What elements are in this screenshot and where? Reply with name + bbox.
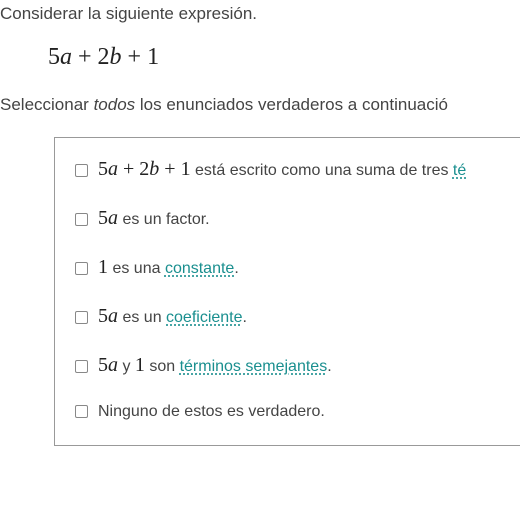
main-expression: 5a + 2b + 1 (48, 44, 159, 70)
checkbox-icon[interactable] (75, 360, 88, 373)
term-link[interactable]: coeficiente (166, 309, 243, 326)
option-label: Ninguno de estos es verdadero. (98, 403, 325, 421)
option-label: 5a y 1 son términos semejantes. (98, 354, 332, 377)
checkbox-icon[interactable] (75, 213, 88, 226)
option-row[interactable]: 5a y 1 son términos semejantes. (55, 354, 520, 377)
options-container: 5a + 2b + 1 está escrito como una suma d… (54, 137, 520, 446)
option-row[interactable]: 5a es un factor. (55, 207, 520, 230)
checkbox-icon[interactable] (75, 164, 88, 177)
checkbox-icon[interactable] (75, 262, 88, 275)
prompt-text: Seleccionar todos los enunciados verdade… (0, 91, 520, 115)
term-link[interactable]: constante (165, 260, 234, 277)
option-row[interactable]: Ninguno de estos es verdadero. (55, 403, 520, 421)
expression-display: 5a + 2b + 1 (0, 24, 520, 91)
checkbox-icon[interactable] (75, 311, 88, 324)
option-label: 5a es un factor. (98, 207, 210, 230)
option-label: 1 es una constante. (98, 256, 239, 279)
term-link[interactable]: términos semejantes (180, 358, 328, 375)
intro-text: Considerar la siguiente expresión. (0, 0, 520, 24)
option-row[interactable]: 5a es un coeficiente. (55, 305, 520, 328)
option-label: 5a + 2b + 1 está escrito como una suma d… (98, 158, 466, 181)
term-link[interactable]: té (453, 162, 466, 179)
option-label: 5a es un coeficiente. (98, 305, 247, 328)
option-row[interactable]: 5a + 2b + 1 está escrito como una suma d… (55, 158, 520, 181)
checkbox-icon[interactable] (75, 405, 88, 418)
option-row[interactable]: 1 es una constante. (55, 256, 520, 279)
